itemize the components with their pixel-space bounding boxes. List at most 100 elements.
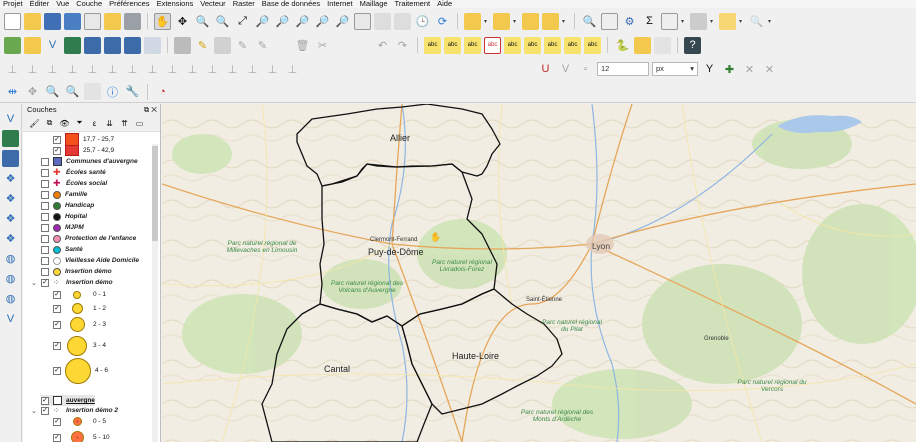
data-source-manager-icon[interactable] (4, 36, 21, 54)
chevron-down-icon[interactable]: ▾ (739, 18, 745, 25)
snapping-type-icon[interactable]: ▫ (577, 61, 594, 78)
help-icon[interactable]: ? (684, 36, 701, 54)
menu-traitement[interactable]: Traitement (395, 0, 431, 8)
copy-icon[interactable] (334, 37, 351, 54)
menu-projet[interactable]: Projet (3, 0, 23, 8)
chevron-down-icon[interactable]: ▾ (562, 18, 568, 25)
add-mesh-layer-icon[interactable] (2, 150, 19, 167)
layer-tree-row[interactable]: Hopital (41, 211, 87, 222)
bookmark-icon[interactable] (374, 12, 391, 30)
add-mssql-icon[interactable]: ❖ (2, 210, 19, 227)
layer-tree-row[interactable]: Vieillesse Aide Domicile (41, 255, 139, 266)
merge-features-icon[interactable]: ⊥ (244, 61, 261, 78)
digitize-icon[interactable]: ✎ (234, 37, 251, 54)
simplify-icon[interactable]: ⊥ (44, 61, 61, 78)
layer-tree-row[interactable]: ✓ 0 - 5 (53, 416, 106, 427)
zoom-out-icon[interactable]: 🔍 (214, 13, 231, 30)
toggle-editing-icon[interactable]: ✎ (194, 37, 211, 54)
layer-tree-row[interactable]: ✓ 3 - 4 (53, 335, 106, 356)
menu-vue[interactable]: Vue (56, 0, 69, 8)
add-csv-icon[interactable] (144, 36, 161, 54)
delete-ring-icon[interactable]: ⊥ (124, 61, 141, 78)
map-canvas[interactable]: Allier Puy-de-Dôme Cantal Haute-Loire Ly… (162, 104, 916, 442)
menu-couche[interactable]: Couche (76, 0, 102, 8)
reshape-icon[interactable]: ⊥ (164, 61, 181, 78)
expand-all-icon[interactable]: ⇊ (104, 118, 115, 129)
layer-visibility-checkbox[interactable] (41, 234, 49, 243)
save-edits-icon[interactable] (214, 36, 231, 54)
zoom-in-icon[interactable]: 🔍 (194, 13, 211, 30)
select-features-icon[interactable] (464, 12, 481, 30)
diagram-icon[interactable]: abc (584, 36, 601, 54)
menu-aide[interactable]: Aide (437, 0, 452, 8)
label-options-icon[interactable]: abc (564, 36, 581, 54)
layer-visibility-checkbox[interactable] (41, 245, 49, 254)
layer-visibility-checkbox[interactable] (41, 168, 49, 177)
zoom-native-icon[interactable]: 🔎 (294, 13, 311, 30)
snapping-magnet-icon[interactable]: U (537, 61, 554, 78)
layer-visibility-checkbox[interactable]: ✓ (41, 406, 49, 415)
add-wcs-layer-icon[interactable]: ◍ (2, 270, 19, 287)
menu-raster[interactable]: Raster (233, 0, 255, 8)
layer-tree-row[interactable]: ✚ Écoles social (41, 178, 107, 189)
scrollbar-thumb[interactable] (152, 146, 158, 241)
menu-editer[interactable]: Éditer (30, 0, 50, 8)
add-delimited-text-icon[interactable]: V (2, 310, 19, 327)
attribute-table-icon[interactable] (601, 12, 618, 30)
rotate-label-icon[interactable]: abc (524, 36, 541, 54)
add-ring-icon[interactable]: ⊥ (64, 61, 81, 78)
measure-icon[interactable] (690, 12, 707, 30)
pin-label-icon[interactable]: abc (464, 36, 481, 54)
new-layer-icon[interactable] (24, 36, 41, 54)
layer-tree-scrollbar[interactable] (152, 144, 158, 442)
layer-tree-row[interactable]: Communes d'auvergne (41, 156, 138, 167)
layer-visibility-checkbox[interactable]: ✓ (53, 341, 61, 350)
add-wfs-layer-icon[interactable]: ◍ (2, 290, 19, 307)
zoom-full-icon[interactable]: ⤢ (234, 13, 251, 30)
layer-tree-row[interactable]: ✓ 4 - 6 (53, 357, 108, 384)
pan-to-selection-icon[interactable]: ✥ (174, 13, 191, 30)
add-spatialite-icon[interactable]: ❖ (2, 170, 19, 187)
layer-visibility-checkbox[interactable] (41, 212, 49, 221)
layer-visibility-checkbox[interactable]: ✓ (41, 396, 49, 405)
delete-part-icon[interactable]: ⊥ (144, 61, 161, 78)
add-mesh-icon[interactable] (84, 36, 101, 54)
panel-controls[interactable]: ⧉ ✕ (144, 105, 157, 115)
label-highlight-icon[interactable]: abc (444, 36, 461, 54)
vertex-tool-icon[interactable]: ✎ (254, 37, 271, 54)
add-vector-layer-icon[interactable]: V (2, 110, 19, 127)
layout-manager-icon[interactable] (104, 12, 121, 30)
current-edits-icon[interactable] (174, 36, 191, 54)
style-manager-icon[interactable] (124, 12, 141, 30)
zoom-last-icon[interactable]: 🔎 (314, 13, 331, 30)
layer-visibility-checkbox[interactable] (41, 201, 49, 210)
snapping-tolerance-input[interactable]: 12 (597, 62, 649, 76)
refresh-icon[interactable]: ⟳ (434, 13, 451, 30)
add-postgis-icon[interactable]: ❖ (2, 190, 19, 207)
menu-extensions[interactable]: Extensions (157, 0, 194, 8)
chevron-down-icon[interactable]: ▾ (513, 18, 519, 25)
split-parts-icon[interactable]: ⊥ (224, 61, 241, 78)
fill-ring-icon[interactable]: ⊥ (104, 61, 121, 78)
add-wfs-icon[interactable] (124, 36, 141, 54)
remove-layer-icon[interactable]: ▭ (134, 118, 145, 129)
add-raster-icon[interactable] (64, 36, 81, 54)
redo-icon[interactable]: ↷ (394, 37, 411, 54)
identify-icon[interactable]: 🔍 (581, 13, 598, 30)
python-console-icon[interactable]: 🐍 (614, 37, 631, 54)
layer-tree-row[interactable]: ✓ 5 - 10 (53, 431, 110, 442)
split-features-icon[interactable]: ⊥ (204, 61, 221, 78)
delete-selected-icon[interactable] (274, 37, 291, 54)
undo-icon[interactable]: ↶ (374, 37, 391, 54)
layer-visibility-checkbox[interactable]: ✓ (53, 320, 61, 329)
deselect-icon[interactable] (522, 12, 539, 30)
chevron-down-icon[interactable]: ▾ (710, 18, 716, 25)
filter-expression-icon[interactable]: ε (89, 118, 100, 129)
filter-legend-icon[interactable]: ⏷ (74, 118, 85, 129)
save-project-icon[interactable] (44, 12, 61, 30)
label-toolbar-icon[interactable]: abc (424, 36, 441, 54)
menu-internet[interactable]: Internet (327, 0, 352, 8)
layer-stack-icon[interactable] (654, 36, 671, 54)
add-wms-layer-icon[interactable]: ◍ (2, 250, 19, 267)
zoom-layer-icon[interactable]: 🔎 (274, 13, 291, 30)
